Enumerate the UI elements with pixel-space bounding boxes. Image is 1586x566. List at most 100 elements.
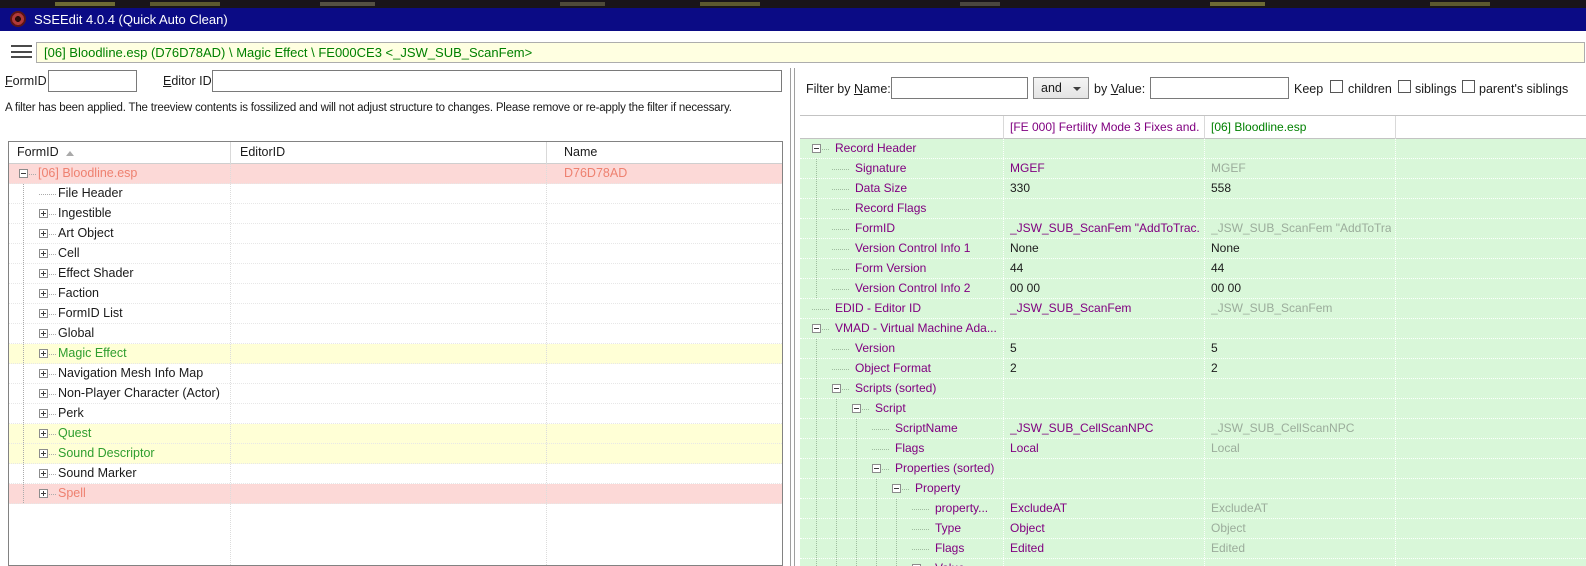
expander-minus-icon[interactable] bbox=[19, 169, 28, 178]
expander-plus-icon[interactable] bbox=[39, 349, 48, 358]
record-value-bloodline: Local bbox=[1211, 441, 1240, 455]
tree-guide-line bbox=[836, 419, 837, 438]
tree-row[interactable]: Art Object bbox=[9, 224, 782, 244]
record-row[interactable]: Version 5 5 bbox=[800, 339, 1586, 359]
filter-operator-select[interactable]: and bbox=[1033, 77, 1089, 99]
tree-guide-line bbox=[896, 559, 897, 566]
record-row[interactable]: Version Control Info 1 None None bbox=[800, 239, 1586, 259]
record-row[interactable]: Type Object Object bbox=[800, 519, 1586, 539]
column-header-plugin-fe000[interactable]: [FE 000] Fertility Mode 3 Fixes and... bbox=[1010, 116, 1200, 139]
record-row[interactable]: Form Version 44 44 bbox=[800, 259, 1586, 279]
expander-minus-icon[interactable] bbox=[872, 464, 881, 473]
column-header-editorid[interactable]: EditorID bbox=[240, 142, 285, 164]
tree-guide-line bbox=[856, 499, 857, 518]
expander-plus-icon[interactable] bbox=[39, 209, 48, 218]
tree-row[interactable]: FormID List bbox=[9, 304, 782, 324]
record-row[interactable]: FormID _JSW_SUB_ScanFem "AddToTrac... _JSW… bbox=[800, 219, 1586, 239]
expander-plus-icon[interactable] bbox=[39, 449, 48, 458]
expander-plus-icon[interactable] bbox=[39, 429, 48, 438]
tree-row[interactable]: Non-Player Character (Actor) bbox=[9, 384, 782, 404]
record-row[interactable]: Property bbox=[800, 479, 1586, 499]
editorid-filter-input[interactable] bbox=[212, 70, 782, 92]
record-row[interactable]: Script bbox=[800, 399, 1586, 419]
expander-plus-icon[interactable] bbox=[39, 389, 48, 398]
expander-minus-icon[interactable] bbox=[892, 484, 901, 493]
tree-stub bbox=[49, 494, 56, 495]
expander-plus-icon[interactable] bbox=[39, 369, 48, 378]
tree-row[interactable]: Sound Descriptor bbox=[9, 444, 782, 464]
tree-row[interactable]: Perk bbox=[9, 404, 782, 424]
panel-splitter[interactable] bbox=[794, 68, 795, 566]
tree-row[interactable]: File Header bbox=[9, 184, 782, 204]
tree-row[interactable]: Quest bbox=[9, 424, 782, 444]
tree-row[interactable]: Faction bbox=[9, 284, 782, 304]
record-row[interactable]: Properties (sorted) bbox=[800, 459, 1586, 479]
record-row[interactable]: property... ExcludeAT ExcludeAT bbox=[800, 499, 1586, 519]
record-row[interactable]: Signature MGEF MGEF bbox=[800, 159, 1586, 179]
record-row[interactable]: VMAD - Virtual Machine Ada... bbox=[800, 319, 1586, 339]
expander-minus-icon[interactable] bbox=[832, 384, 841, 393]
record-row[interactable]: Data Size 330 558 bbox=[800, 179, 1586, 199]
expander-minus-icon[interactable] bbox=[812, 144, 821, 153]
expander-plus-icon[interactable] bbox=[39, 229, 48, 238]
expander-minus-icon[interactable] bbox=[812, 324, 821, 333]
record-row[interactable]: Version Control Info 2 00 00 00 00 bbox=[800, 279, 1586, 299]
tree-guide-line bbox=[816, 179, 817, 198]
tree-row[interactable]: Spell bbox=[9, 484, 782, 504]
tree-stub bbox=[49, 234, 56, 235]
record-row[interactable]: Flags Local Local bbox=[800, 439, 1586, 459]
tree-guide-line bbox=[23, 184, 24, 203]
record-value-fe000: Edited bbox=[1010, 541, 1045, 555]
record-row[interactable]: Record Header bbox=[800, 139, 1586, 159]
expander-plus-icon[interactable] bbox=[39, 409, 48, 418]
tree-row[interactable]: Effect Shader bbox=[9, 264, 782, 284]
keep-parents-siblings-checkbox[interactable] bbox=[1462, 80, 1475, 93]
record-field-label: Flags bbox=[895, 441, 925, 455]
keep-children-checkbox[interactable] bbox=[1330, 80, 1343, 93]
expander-plus-icon[interactable] bbox=[39, 249, 48, 258]
record-row[interactable]: Scripts (sorted) bbox=[800, 379, 1586, 399]
tree-row[interactable]: Navigation Mesh Info Map bbox=[9, 364, 782, 384]
tree-row[interactable]: Sound Marker bbox=[9, 464, 782, 484]
tree-row[interactable]: [06] Bloodline.esp D76D78AD bbox=[9, 164, 782, 184]
record-row[interactable]: Value bbox=[800, 559, 1586, 566]
record-row[interactable]: ScriptName _JSW_SUB_CellScanNPC _JSW_SUB_C… bbox=[800, 419, 1586, 439]
record-row[interactable]: EDID - Editor ID _JSW_SUB_ScanFem _JSW_SUB… bbox=[800, 299, 1586, 319]
filter-by-name-input[interactable] bbox=[891, 77, 1028, 99]
record-value-fe000: MGEF bbox=[1010, 161, 1045, 175]
record-field-label: Record Flags bbox=[855, 201, 927, 215]
record-row[interactable]: Object Format 2 2 bbox=[800, 359, 1586, 379]
column-divider[interactable] bbox=[1395, 116, 1396, 139]
tree-row[interactable]: Global bbox=[9, 324, 782, 344]
tree-guide-line bbox=[816, 559, 817, 566]
expander-plus-icon[interactable] bbox=[39, 309, 48, 318]
column-divider[interactable] bbox=[1204, 116, 1205, 139]
column-header-name[interactable]: Name bbox=[564, 142, 597, 164]
record-value-bloodline: _JSW_SUB_CellScanNPC bbox=[1211, 421, 1355, 435]
formid-filter-input[interactable] bbox=[48, 70, 137, 92]
expander-minus-icon[interactable] bbox=[852, 404, 861, 413]
column-divider[interactable] bbox=[546, 142, 547, 164]
expander-plus-icon[interactable] bbox=[39, 269, 48, 278]
column-header-formid[interactable]: FormID bbox=[17, 142, 74, 164]
column-divider[interactable] bbox=[230, 142, 231, 164]
tree-row[interactable]: Ingestible bbox=[9, 204, 782, 224]
column-header-field[interactable] bbox=[807, 116, 997, 139]
column-header-plugin-bloodline[interactable]: [06] Bloodline.esp bbox=[1211, 116, 1391, 139]
menu-hamburger-icon[interactable] bbox=[11, 45, 32, 58]
tree-row[interactable]: Cell bbox=[9, 244, 782, 264]
keep-siblings-checkbox[interactable] bbox=[1398, 80, 1411, 93]
background-text-fragment bbox=[1210, 2, 1265, 6]
expander-plus-icon[interactable] bbox=[39, 329, 48, 338]
expander-plus-icon[interactable] bbox=[39, 289, 48, 298]
panel-splitter[interactable] bbox=[790, 68, 791, 566]
breadcrumb[interactable]: [06] Bloodline.esp (D76D78AD) \ Magic Ef… bbox=[36, 42, 1585, 63]
record-row[interactable]: Flags Edited Edited bbox=[800, 539, 1586, 559]
record-row[interactable]: Record Flags bbox=[800, 199, 1586, 219]
expander-plus-icon[interactable] bbox=[39, 489, 48, 498]
expander-plus-icon[interactable] bbox=[39, 469, 48, 478]
column-divider[interactable] bbox=[1003, 116, 1004, 139]
filter-by-value-input[interactable] bbox=[1150, 77, 1289, 99]
tree-row[interactable]: Magic Effect bbox=[9, 344, 782, 364]
record-value-fe000: _JSW_SUB_CellScanNPC bbox=[1010, 421, 1154, 435]
